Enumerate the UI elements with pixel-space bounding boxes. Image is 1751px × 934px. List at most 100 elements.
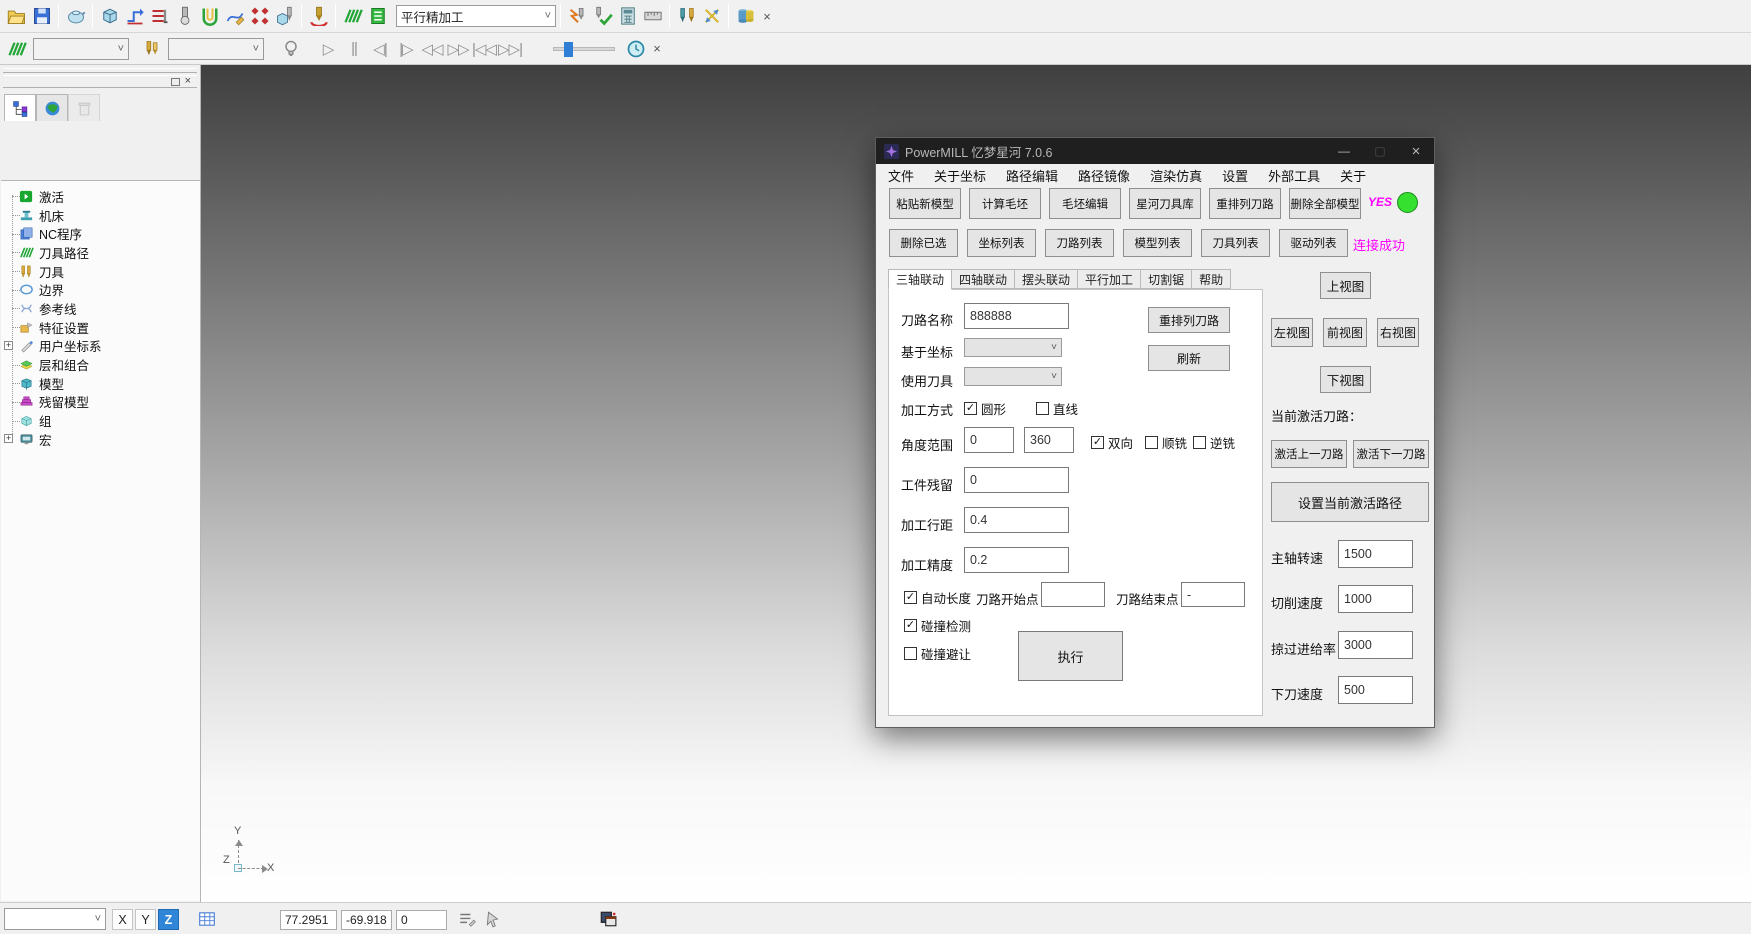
curve-editor-icon[interactable] <box>222 4 247 29</box>
close-icon[interactable]: × <box>1398 138 1434 164</box>
leads-links-icon[interactable] <box>147 4 172 29</box>
tree-item-tool[interactable]: 刀具 <box>1 262 200 281</box>
maximize-icon[interactable]: ▢ <box>1362 138 1398 164</box>
plunge-feed-input[interactable] <box>1338 676 1413 704</box>
calc-block-button[interactable]: 计算毛坯 <box>969 188 1041 219</box>
axis-x-button[interactable]: X <box>112 909 133 930</box>
panel-float-icon[interactable] <box>171 78 180 86</box>
set-active-path-button[interactable]: 设置当前激活路径 <box>1271 482 1429 522</box>
rapid-move-icon[interactable] <box>122 4 147 29</box>
tree-item-levels[interactable]: 层和组合 <box>1 355 200 374</box>
toolpath-icon[interactable] <box>340 4 365 29</box>
skim-feed-input[interactable] <box>1338 631 1413 659</box>
simulate-tool-icon[interactable] <box>306 4 331 29</box>
step-forward-icon[interactable]: |▷ <box>393 40 419 58</box>
windows-layout-icon[interactable] <box>597 908 619 930</box>
transform-icon[interactable] <box>699 4 724 29</box>
rearrange-button[interactable]: 重排列刀路 <box>1148 307 1230 333</box>
minimize-icon[interactable]: — <box>1326 138 1362 164</box>
toolpath-icon[interactable] <box>4 36 29 61</box>
cursor-x-input[interactable] <box>280 910 337 930</box>
tree-item-boundary[interactable]: 边界 <box>1 280 200 299</box>
tool-list-button[interactable]: 刀具列表 <box>1201 229 1270 257</box>
use-tool-combo[interactable]: ˅ <box>964 367 1062 386</box>
tab-explorer-tree[interactable] <box>4 94 36 121</box>
spindle-speed-input[interactable] <box>1338 540 1413 568</box>
cutting-feed-input[interactable] <box>1338 585 1413 613</box>
list-edit-icon[interactable] <box>456 908 478 930</box>
panel-close-icon[interactable]: × <box>185 77 191 86</box>
create-block-icon[interactable] <box>97 4 122 29</box>
speed-slider[interactable] <box>553 47 615 51</box>
activate-prev-toolpath-button[interactable]: 激活上一刀路 <box>1271 440 1347 468</box>
collision-check-icon[interactable] <box>197 4 222 29</box>
tree-item-machine[interactable]: 机床 <box>1 206 200 225</box>
stepover-input[interactable] <box>964 507 1069 533</box>
activate-next-toolpath-button[interactable]: 激活下一刀路 <box>1353 440 1429 468</box>
go-end-icon[interactable]: ▷▷| <box>497 40 523 58</box>
tree-item-workplane[interactable]: +用户坐标系 <box>1 337 200 356</box>
collision-check-checkbox[interactable]: ✓碰撞检测 <box>904 616 971 635</box>
play-icon[interactable]: ▷ <box>315 40 341 58</box>
tree-item-feature-set[interactable]: 特征设置 <box>1 318 200 337</box>
rearrange-toolpaths-button[interactable]: 重排列刀路 <box>1209 188 1281 219</box>
tree-item-stock-model[interactable]: 残留模型 <box>1 393 200 412</box>
end-point-input[interactable] <box>1181 582 1245 607</box>
view-right-button[interactable]: 右视图 <box>1377 318 1419 347</box>
conventional-mill-checkbox[interactable]: 逆铣 <box>1193 433 1235 452</box>
open-file-icon[interactable] <box>4 4 29 29</box>
tab-saw[interactable]: 切割锯 <box>1141 269 1192 289</box>
angle-from-input[interactable] <box>964 427 1014 453</box>
paste-new-model-button[interactable]: 粘贴新模型 <box>889 188 961 219</box>
delete-selected-button[interactable]: 删除已选 <box>889 229 958 257</box>
pause-icon[interactable]: || <box>341 40 367 57</box>
points-icon[interactable] <box>247 4 272 29</box>
strategy-selector-icon[interactable] <box>565 4 590 29</box>
step-back-icon[interactable]: ◁| <box>367 40 393 58</box>
toolpath-list-icon[interactable] <box>365 4 390 29</box>
tab-help[interactable]: 帮助 <box>1192 269 1231 289</box>
axis-y-button[interactable]: Y <box>135 909 156 930</box>
pointer-snap-icon[interactable] <box>482 908 504 930</box>
tree-item-toolpath[interactable]: 刀具路径 <box>1 243 200 262</box>
tree-item-model[interactable]: 模型 <box>1 374 200 393</box>
strategy-combo[interactable]: 平行精加工 ˅ <box>396 5 556 27</box>
angle-to-input[interactable] <box>1024 427 1074 453</box>
collision-avoid-checkbox[interactable]: 碰撞避让 <box>904 644 971 663</box>
sim-tool-combo[interactable]: ˅ <box>168 38 264 60</box>
tool-change-icon[interactable] <box>674 4 699 29</box>
save-icon[interactable] <box>29 4 54 29</box>
tab-4axis[interactable]: 四轴联动 <box>952 269 1015 289</box>
toolpath-list-button[interactable]: 刀路列表 <box>1045 229 1114 257</box>
tool-library-button[interactable]: 星河刀具库 <box>1129 188 1201 219</box>
expand-icon[interactable]: + <box>4 341 13 350</box>
stock-remain-input[interactable] <box>964 467 1069 493</box>
tree-item-activate[interactable]: 激活 <box>1 187 200 206</box>
menu-external-tools[interactable]: 外部工具 <box>1258 165 1330 186</box>
tool-icon[interactable] <box>139 36 164 61</box>
simulation-toolbar-close-icon[interactable]: × <box>648 41 666 56</box>
tree-item-macro[interactable]: +宏 <box>1 430 200 449</box>
speed-slider-handle[interactable] <box>564 42 573 57</box>
lamp-icon[interactable] <box>278 36 303 61</box>
menu-path-mirror[interactable]: 路径镜像 <box>1068 165 1140 186</box>
statusbar-combo[interactable]: ˅ <box>4 908 106 930</box>
climb-mill-checkbox[interactable]: 顺铣 <box>1145 433 1187 452</box>
tree-item-nc-program[interactable]: NC程序 <box>1 224 200 243</box>
line-mode-checkbox[interactable]: 直线 <box>1036 399 1078 418</box>
fast-forward-icon[interactable]: ▷▷ <box>445 40 471 58</box>
view-left-button[interactable]: 左视图 <box>1271 318 1313 347</box>
tab-parallel[interactable]: 平行加工 <box>1078 269 1141 289</box>
tool-holder-icon[interactable] <box>172 4 197 29</box>
coord-base-combo[interactable]: ˅ <box>964 338 1062 357</box>
tree-item-pattern[interactable]: 参考线 <box>1 299 200 318</box>
ruler-icon[interactable] <box>640 4 665 29</box>
delete-all-models-button[interactable]: 删除全部模型 <box>1289 188 1361 219</box>
axis-z-button[interactable]: Z <box>158 909 179 930</box>
menu-render-sim[interactable]: 渲染仿真 <box>1140 165 1212 186</box>
circle-mode-checkbox[interactable]: ✓圆形 <box>964 399 1006 418</box>
expand-icon[interactable]: + <box>4 434 13 443</box>
block-model-icon[interactable] <box>63 4 88 29</box>
sim-toolpath-combo[interactable]: ˅ <box>33 38 129 60</box>
edit-block-button[interactable]: 毛坯编辑 <box>1049 188 1121 219</box>
